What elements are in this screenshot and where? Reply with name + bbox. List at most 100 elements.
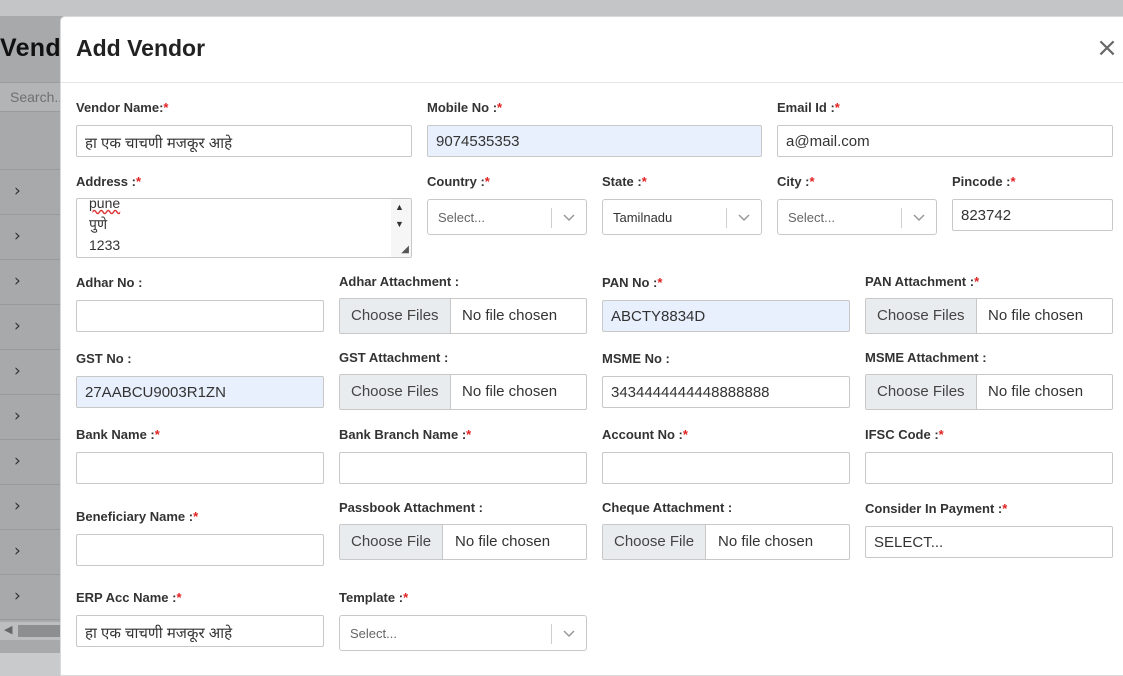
table-row: › [0, 395, 60, 440]
state-label: State :* [602, 174, 647, 189]
city-select[interactable]: Select... [777, 199, 937, 235]
email-id-input[interactable]: a@mail.com [777, 125, 1113, 157]
resize-handle-icon[interactable]: ◢ [401, 244, 409, 255]
file-status: No file chosen [988, 307, 1084, 324]
chevron-down-icon [563, 630, 575, 638]
beneficiary-name-label: Beneficiary Name :* [76, 509, 199, 524]
bank-name-label: Bank Name :* [76, 427, 160, 442]
background-table-header [0, 114, 60, 170]
template-label: Template :* [339, 590, 409, 605]
erp-acc-name-label: ERP Acc Name :* [76, 590, 182, 605]
table-row: › [0, 215, 60, 260]
country-select[interactable]: Select... [427, 199, 587, 235]
country-label: Country :* [427, 174, 490, 189]
background-page-title: Vend [0, 34, 61, 62]
table-row: › [0, 305, 60, 350]
file-status: No file chosen [455, 533, 551, 550]
scrollbar-thumb [18, 625, 60, 637]
chevron-down-icon [913, 214, 925, 222]
chevron-right-icon: › [14, 586, 21, 606]
choose-files-button[interactable]: Choose Files [866, 375, 977, 409]
choose-files-button[interactable]: Choose Files [340, 375, 451, 409]
table-row: › [0, 485, 60, 530]
background-search-input: Search... [0, 82, 66, 112]
ifsc-code-input[interactable] [865, 452, 1113, 484]
msme-no-input[interactable]: 3434444444448888888 [602, 376, 850, 408]
chevron-right-icon: › [14, 226, 21, 246]
beneficiary-name-input[interactable] [76, 534, 324, 566]
template-select[interactable]: Select... [339, 615, 587, 651]
chevron-right-icon: › [14, 406, 21, 426]
chevron-right-icon: › [14, 271, 21, 291]
close-icon[interactable]: × [1095, 35, 1119, 61]
bank-branch-name-label: Bank Branch Name :* [339, 427, 472, 442]
msme-no-label: MSME No : [602, 351, 670, 366]
scroll-down-icon: ▼ [395, 219, 404, 229]
chevron-right-icon: › [14, 181, 21, 201]
gst-no-input[interactable]: 27AABCU9003R1ZN [76, 376, 324, 408]
pincode-input[interactable]: 823742 [952, 199, 1113, 231]
file-status: No file chosen [462, 383, 558, 400]
msme-attachment-label: MSME Attachment : [865, 350, 987, 365]
consider-in-payment-label: Consider In Payment :* [865, 501, 1008, 516]
pan-no-label: PAN No :* [602, 275, 663, 290]
ifsc-code-label: IFSC Code :* [865, 427, 944, 442]
chevron-right-icon: › [14, 496, 21, 516]
adhar-attachment-file-input[interactable]: Choose Files No file chosen [339, 298, 587, 334]
cheque-attachment-label: Cheque Attachment : [602, 500, 733, 515]
msme-attachment-file-input[interactable]: Choose Files No file chosen [865, 374, 1113, 410]
chevron-right-icon: › [14, 451, 21, 471]
account-no-input[interactable] [602, 452, 850, 484]
background-horizontal-scrollbar: ◀ [0, 622, 60, 640]
table-row: › [0, 530, 60, 575]
pan-attachment-label: PAN Attachment :* [865, 274, 980, 289]
erp-acc-name-input[interactable]: हा एक चाचणी मजकूर आहे [76, 615, 324, 647]
gst-attachment-file-input[interactable]: Choose Files No file chosen [339, 374, 587, 410]
email-id-label: Email Id :* [777, 100, 840, 115]
pan-attachment-file-input[interactable]: Choose Files No file chosen [865, 298, 1113, 334]
file-status: No file chosen [718, 533, 814, 550]
address-label: Address :* [76, 174, 142, 189]
state-select[interactable]: Tamilnadu [602, 199, 762, 235]
mobile-no-input[interactable]: 9074535353 [427, 125, 762, 157]
table-row: › [0, 440, 60, 485]
gst-no-label: GST No : [76, 351, 132, 366]
chevron-down-icon [738, 214, 750, 222]
table-row: › [0, 170, 60, 215]
choose-files-button[interactable]: Choose Files [340, 299, 451, 333]
chevron-right-icon: › [14, 316, 21, 336]
mobile-no-label: Mobile No :* [427, 100, 503, 115]
adhar-no-label: Adhar No : [76, 275, 143, 290]
scroll-left-icon: ◀ [4, 624, 13, 636]
modal-header: Add Vendor × [61, 17, 1123, 83]
address-textarea[interactable]: pune पुणे 1233 ▲ ▼ ◢ [76, 198, 412, 258]
table-row: › [0, 260, 60, 305]
file-status: No file chosen [462, 307, 558, 324]
city-label: City :* [777, 174, 815, 189]
choose-files-button[interactable]: Choose Files [866, 299, 977, 333]
pan-no-input[interactable]: ABCTY8834D [602, 300, 850, 332]
file-status: No file chosen [988, 383, 1084, 400]
account-no-label: Account No :* [602, 427, 688, 442]
consider-in-payment-select[interactable]: SELECT... [865, 526, 1113, 558]
background-topbar [0, 0, 1123, 16]
vendor-name-input[interactable]: हा एक चाचणी मजकूर आहे [76, 125, 412, 157]
pincode-label: Pincode :* [952, 174, 1016, 189]
table-row: › [0, 575, 60, 620]
cheque-attachment-file-input[interactable]: Choose File No file chosen [602, 524, 850, 560]
passbook-attachment-file-input[interactable]: Choose File No file chosen [339, 524, 587, 560]
bank-name-input[interactable] [76, 452, 324, 484]
choose-file-button[interactable]: Choose File [603, 525, 707, 559]
choose-file-button[interactable]: Choose File [340, 525, 444, 559]
adhar-no-input[interactable] [76, 300, 324, 332]
passbook-attachment-label: Passbook Attachment : [339, 500, 483, 515]
chevron-down-icon [563, 214, 575, 222]
scroll-up-icon: ▲ [395, 202, 404, 212]
adhar-attachment-label: Adhar Attachment : [339, 274, 460, 289]
add-vendor-modal: Add Vendor × Vendor Name:* हा एक चाचणी म… [60, 16, 1123, 676]
chevron-right-icon: › [14, 361, 21, 381]
bank-branch-name-input[interactable] [339, 452, 587, 484]
chevron-right-icon: › [14, 541, 21, 561]
modal-title: Add Vendor [76, 35, 206, 61]
table-row: › [0, 350, 60, 395]
